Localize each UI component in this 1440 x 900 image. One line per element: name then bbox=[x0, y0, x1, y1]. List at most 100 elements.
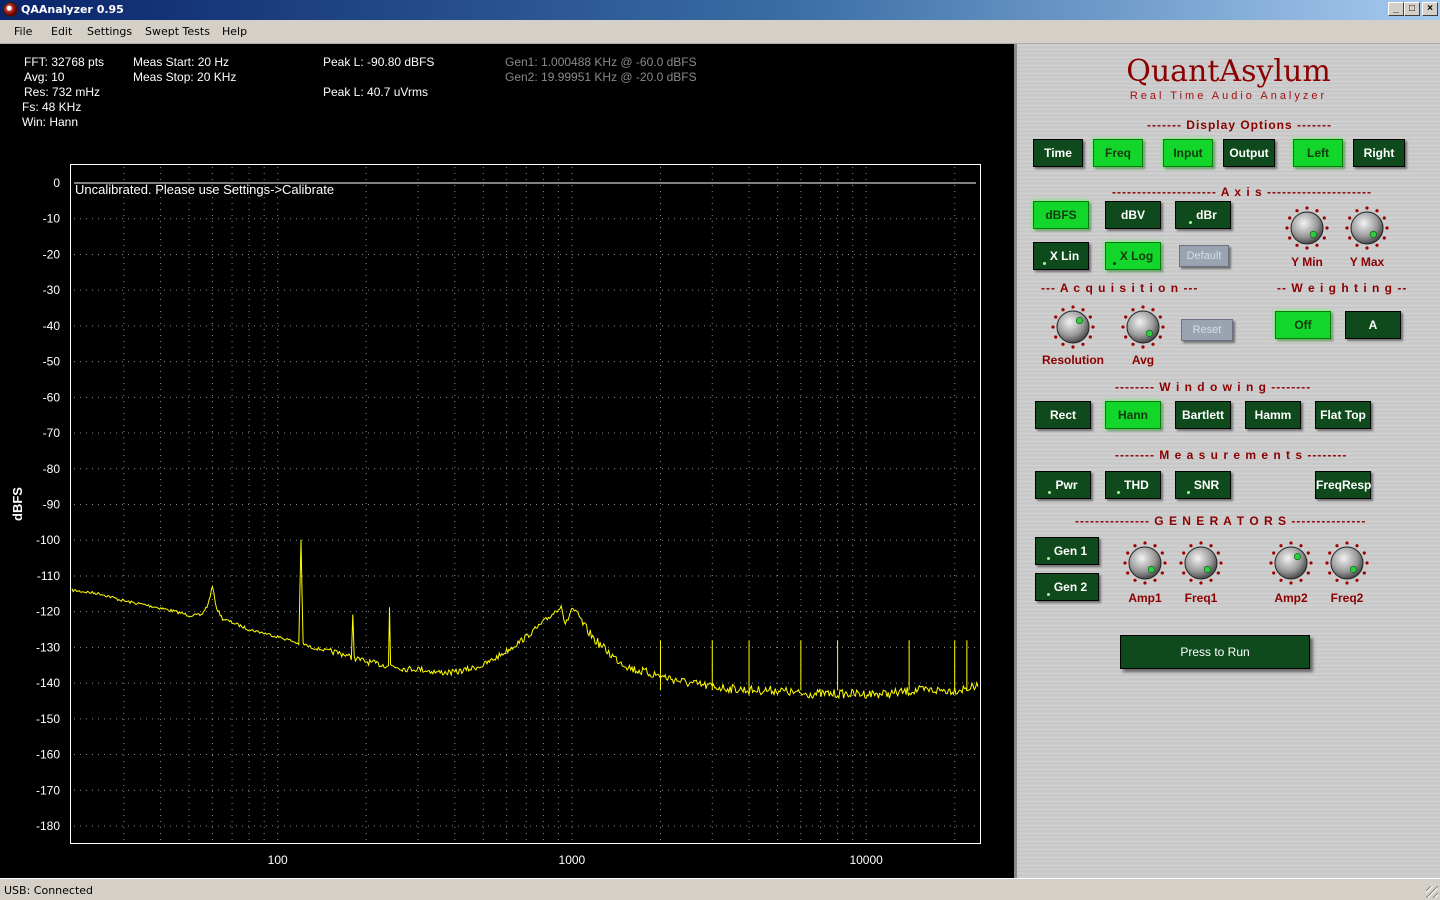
rect-window-button[interactable]: Rect bbox=[1035, 401, 1091, 429]
display-options-title: ------- Display Options ------- bbox=[1147, 118, 1332, 132]
windowing-title: -------- W i n d o w i n g -------- bbox=[1115, 380, 1312, 394]
menu-file[interactable]: File bbox=[14, 25, 32, 38]
knob-icon bbox=[1121, 305, 1165, 349]
gen2-button[interactable]: Gen 2 bbox=[1035, 573, 1099, 601]
status-bar: USB: Connected bbox=[0, 878, 1440, 900]
flattop-window-button[interactable]: Flat Top bbox=[1315, 401, 1371, 429]
y-tick-label: -170 bbox=[36, 783, 60, 797]
menu-bar: File Edit Settings Swept Tests Help bbox=[0, 20, 1440, 44]
avg-label: Avg bbox=[1131, 353, 1155, 367]
knob-icon bbox=[1179, 541, 1223, 585]
freq2-label: Freq2 bbox=[1330, 591, 1364, 605]
press-to-run-button[interactable]: Press to Run bbox=[1120, 635, 1310, 669]
pwr-button[interactable]: Pwr bbox=[1035, 471, 1091, 499]
resolution-label: Resolution bbox=[1042, 353, 1104, 367]
menu-edit[interactable]: Edit bbox=[51, 25, 72, 38]
y-tick-label: -40 bbox=[43, 319, 61, 333]
y-tick-label: -20 bbox=[43, 247, 61, 261]
freq-button[interactable]: Freq bbox=[1093, 139, 1143, 167]
title-bar: QAAnalyzer 0.95 _ □ × bbox=[0, 0, 1440, 20]
dbv-button[interactable]: dBV bbox=[1105, 201, 1161, 229]
app-icon bbox=[3, 2, 18, 17]
default-button[interactable]: Default bbox=[1179, 245, 1229, 267]
y-tick-label: 0 bbox=[53, 176, 60, 190]
hamm-window-button[interactable]: Hamm bbox=[1245, 401, 1301, 429]
y-tick-label: -160 bbox=[36, 748, 60, 762]
resolution-knob[interactable] bbox=[1051, 305, 1095, 349]
hann-window-button[interactable]: Hann bbox=[1105, 401, 1161, 429]
axis-title: --------------------- A x i s ----------… bbox=[1112, 185, 1372, 199]
y-tick-label: -130 bbox=[36, 640, 60, 654]
ymax-knob[interactable] bbox=[1345, 206, 1389, 250]
time-button[interactable]: Time bbox=[1033, 139, 1083, 167]
x-tick-label: 1000 bbox=[559, 853, 586, 867]
output-button[interactable]: Output bbox=[1223, 139, 1275, 167]
knob-icon bbox=[1345, 206, 1389, 250]
input-button[interactable]: Input bbox=[1163, 139, 1213, 167]
thd-button[interactable]: THD bbox=[1105, 471, 1161, 499]
ymax-label: Y Max bbox=[1349, 255, 1385, 269]
maximize-button[interactable]: □ bbox=[1404, 2, 1420, 16]
y-tick-label: -10 bbox=[43, 212, 61, 226]
freqresp-button[interactable]: FreqResp bbox=[1315, 471, 1371, 499]
amp1-knob[interactable] bbox=[1123, 541, 1167, 585]
y-axis-label: dBFS bbox=[10, 487, 25, 521]
freq2-knob[interactable] bbox=[1325, 541, 1369, 585]
right-channel-button[interactable]: Right bbox=[1353, 139, 1405, 167]
knob-icon bbox=[1051, 305, 1095, 349]
knob-icon bbox=[1325, 541, 1369, 585]
dbr-button[interactable]: dBr bbox=[1175, 201, 1231, 229]
x-tick-label: 10000 bbox=[849, 853, 883, 867]
gen1-button[interactable]: Gen 1 bbox=[1035, 537, 1099, 565]
close-button[interactable]: × bbox=[1422, 2, 1438, 16]
y-tick-label: -150 bbox=[36, 712, 60, 726]
y-tick-label: -30 bbox=[43, 283, 61, 297]
y-tick-label: -50 bbox=[43, 355, 61, 369]
status-text: USB: Connected bbox=[4, 884, 94, 897]
y-tick-label: -110 bbox=[37, 569, 60, 583]
ymin-knob[interactable] bbox=[1285, 206, 1329, 250]
resize-grip-icon[interactable] bbox=[1426, 886, 1438, 898]
y-tick-label: -70 bbox=[43, 426, 61, 440]
x-log-button[interactable]: X Log bbox=[1105, 242, 1161, 270]
knob-icon bbox=[1123, 541, 1167, 585]
brand-logo: QuantAsylum bbox=[1126, 54, 1331, 89]
weighting-title: -- W e i g h t i n g -- bbox=[1277, 281, 1408, 295]
menu-swept-tests[interactable]: Swept Tests bbox=[145, 25, 210, 38]
snr-button[interactable]: SNR bbox=[1175, 471, 1231, 499]
knob-icon bbox=[1269, 541, 1313, 585]
acquisition-title: --- A c q u i s i t i o n --- bbox=[1041, 281, 1199, 295]
spectrum-plot-area: FFT: 32768 pts Avg: 10 Res: 732 mHz Fs: … bbox=[0, 44, 1014, 878]
reset-button[interactable]: Reset bbox=[1181, 319, 1233, 341]
freq1-label: Freq1 bbox=[1184, 591, 1218, 605]
x-lin-button[interactable]: X Lin bbox=[1033, 242, 1089, 270]
menu-settings[interactable]: Settings bbox=[87, 25, 132, 38]
spectrum-chart: Uncalibrated. Please use Settings->Calib… bbox=[10, 164, 981, 867]
y-ticks: 0 -10 -20 -30 -40 -50 -60 -70 -80 -90 -100 -110 -120… bbox=[36, 176, 60, 833]
y-tick-label: -90 bbox=[43, 498, 61, 512]
freq1-knob[interactable] bbox=[1179, 541, 1223, 585]
calibration-annotation: Uncalibrated. Please use Settings->Calib… bbox=[75, 182, 334, 197]
weighting-off-button[interactable]: Off bbox=[1275, 311, 1331, 339]
window-title: QAAnalyzer 0.95 bbox=[21, 3, 124, 16]
generators-title: --------------- G E N E R A T O R S ----… bbox=[1075, 514, 1367, 528]
y-tick-label: -60 bbox=[43, 390, 61, 404]
x-tick-label: 100 bbox=[268, 853, 288, 867]
minimize-button[interactable]: _ bbox=[1388, 2, 1404, 16]
y-tick-label: -180 bbox=[36, 819, 60, 833]
x-ticks: 100 1000 10000 bbox=[268, 853, 883, 867]
weighting-a-button[interactable]: A bbox=[1345, 311, 1401, 339]
bartlett-window-button[interactable]: Bartlett bbox=[1175, 401, 1231, 429]
dbfs-button[interactable]: dBFS bbox=[1033, 201, 1089, 229]
control-panel: QuantAsylum Real Time Audio Analyzer ---… bbox=[1014, 44, 1440, 878]
y-tick-label: -80 bbox=[43, 462, 61, 476]
measurements-title: -------- M e a s u r e m e n t s -------… bbox=[1115, 448, 1348, 462]
amp2-knob[interactable] bbox=[1269, 541, 1313, 585]
knob-icon bbox=[1285, 206, 1329, 250]
avg-knob[interactable] bbox=[1121, 305, 1165, 349]
brand-subtitle: Real Time Audio Analyzer bbox=[1129, 90, 1328, 102]
y-tick-label: -120 bbox=[36, 605, 60, 619]
y-tick-label: -140 bbox=[36, 676, 60, 690]
menu-help[interactable]: Help bbox=[222, 25, 247, 38]
left-channel-button[interactable]: Left bbox=[1293, 139, 1343, 167]
